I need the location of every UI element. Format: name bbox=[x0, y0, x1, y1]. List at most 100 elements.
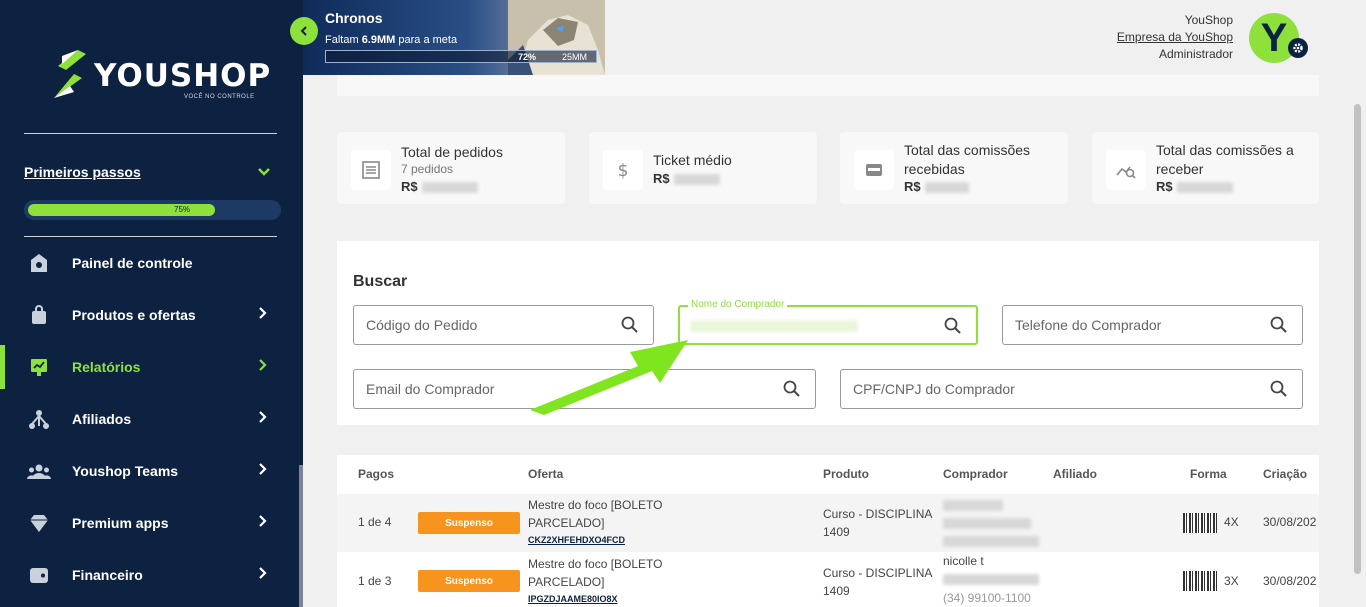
onboarding-label[interactable]: Primeiros passos bbox=[24, 164, 141, 180]
blurred-value bbox=[673, 174, 720, 186]
offer-code-link[interactable]: CKZ2XHFEHDXO4FCD bbox=[528, 535, 625, 545]
sidebar-item-afiliados[interactable]: Afiliados bbox=[0, 393, 303, 445]
table-row[interactable]: 1 de 3 Suspenso Mestre do foco [BOLETO P… bbox=[337, 552, 1319, 607]
chevron-down-icon[interactable] bbox=[257, 164, 271, 180]
barcode-icon bbox=[1183, 513, 1217, 533]
search-icon[interactable] bbox=[1270, 316, 1288, 334]
report-icon bbox=[27, 355, 51, 379]
table-row[interactable]: 1 de 4 Suspenso Mestre do foco [BOLETO P… bbox=[337, 494, 1319, 552]
blurred-value bbox=[1176, 182, 1233, 194]
banner-sub-prefix: Faltam bbox=[325, 34, 359, 46]
bag-icon bbox=[27, 303, 51, 327]
stat-value-prefix: R$ bbox=[653, 171, 670, 186]
logo-text: YOUSHOP bbox=[94, 58, 272, 94]
sidebar-item-label: Premium apps bbox=[72, 515, 169, 531]
goal-progress-bar: 72% 25MM bbox=[325, 50, 597, 63]
sidebar-item-label: Painel de controle bbox=[72, 255, 193, 271]
gear-icon[interactable] bbox=[1288, 38, 1308, 58]
wallet-card-icon bbox=[854, 150, 894, 190]
banner-sub-amount: 6.9MM bbox=[361, 34, 396, 46]
chronos-art-icon bbox=[508, 0, 605, 75]
sidebar-item-premium[interactable]: Premium apps bbox=[0, 497, 303, 549]
user-company-link[interactable]: Empresa da YouShop bbox=[1117, 29, 1233, 46]
offer-code-link[interactable]: IPGZDJAAME80IO8X bbox=[528, 594, 618, 604]
search-title: Buscar bbox=[353, 273, 408, 290]
header-product[interactable]: Produto bbox=[823, 467, 869, 481]
svg-text:$: $ bbox=[618, 161, 629, 180]
header-affiliate[interactable]: Afiliado bbox=[1053, 467, 1097, 481]
youshop-logo[interactable]: YOUSHOP VOCÊ NO CONTROLE bbox=[48, 48, 272, 104]
search-panel: Buscar Código do Pedido Nome do Comprado… bbox=[337, 241, 1319, 425]
created-cell: 30/08/202 bbox=[1263, 574, 1317, 588]
search-icon[interactable] bbox=[944, 317, 962, 335]
header-paid[interactable]: Pagos bbox=[358, 467, 394, 481]
stat-card-to-receive: Total das comissões a receber R$ bbox=[1092, 132, 1319, 204]
chevron-right-icon bbox=[258, 566, 268, 585]
header-created[interactable]: Criação bbox=[1263, 467, 1307, 481]
product-cell: Curso - DISCIPLINA 1409 bbox=[823, 566, 932, 598]
chevron-right-icon bbox=[258, 514, 268, 533]
blurred-value bbox=[924, 182, 969, 194]
onboarding-progress-bar: 75% bbox=[24, 200, 281, 220]
stat-value: R$ bbox=[401, 179, 478, 194]
offer-name: Mestre do foco [BOLETO PARCELADO] bbox=[528, 557, 663, 589]
sidebar-scrollbar[interactable] bbox=[299, 465, 303, 607]
buyer-doc-field[interactable]: CPF/CNPJ do Comprador bbox=[840, 369, 1303, 409]
buyer-phone-field[interactable]: Telefone do Comprador bbox=[1002, 305, 1303, 345]
blurred-buyer bbox=[943, 574, 1039, 585]
stat-subtitle: 7 pedidos bbox=[401, 162, 454, 176]
stat-value-prefix: R$ bbox=[401, 179, 418, 194]
blurred-value bbox=[421, 182, 478, 194]
installments-cell: 4X bbox=[1224, 515, 1239, 529]
order-code-placeholder: Código do Pedido bbox=[366, 317, 478, 333]
sidebar-item-label: Financeiro bbox=[72, 567, 143, 583]
chevron-right-icon bbox=[258, 462, 268, 481]
team-icon bbox=[27, 459, 51, 483]
sidebar-item-teams[interactable]: Youshop Teams bbox=[0, 445, 303, 497]
list-icon bbox=[351, 150, 391, 190]
collapse-sidebar-button[interactable] bbox=[290, 17, 318, 45]
user-name: YouShop bbox=[1184, 13, 1233, 27]
diamond-icon bbox=[27, 511, 51, 535]
buyer-email-placeholder: Email do Comprador bbox=[366, 381, 495, 397]
stat-title: Total das comissões a receber bbox=[1156, 142, 1294, 177]
stat-card-orders: Total de pedidos 7 pedidos R$ bbox=[337, 132, 565, 204]
barcode-icon bbox=[1183, 571, 1217, 591]
stat-card-ticket: $ Ticket médio R$ bbox=[589, 132, 817, 204]
sidebar-item-label: Produtos e ofertas bbox=[72, 307, 196, 323]
logo-mark-icon bbox=[54, 50, 86, 98]
stat-value-prefix: R$ bbox=[904, 179, 921, 194]
main-scrollbar-thumb[interactable] bbox=[1354, 104, 1361, 574]
status-badge: Suspenso bbox=[418, 570, 520, 592]
stat-value-prefix: R$ bbox=[1156, 179, 1173, 194]
chevron-right-icon bbox=[258, 358, 268, 377]
stat-value: R$ bbox=[904, 179, 969, 194]
goal-banner[interactable]: Chronos Faltam 6.9MM para a meta 72% 25M… bbox=[303, 0, 605, 75]
user-role: Administrador bbox=[1158, 47, 1233, 61]
sidebar-item-financeiro[interactable]: Financeiro bbox=[0, 549, 303, 601]
chevron-left-icon bbox=[300, 26, 307, 36]
blurred-input-value bbox=[690, 320, 858, 332]
paid-cell: 1 de 4 bbox=[358, 515, 392, 529]
banner-title: Chronos bbox=[325, 10, 383, 26]
sidebar-item-relatorios[interactable]: Relatórios bbox=[0, 341, 303, 393]
offer-name: Mestre do foco [BOLETO PARCELADO] bbox=[528, 498, 663, 530]
search-icon[interactable] bbox=[783, 380, 801, 398]
stat-title: Ticket médio bbox=[653, 152, 732, 168]
header-method[interactable]: Forma bbox=[1190, 467, 1227, 481]
created-cell: 30/08/202 bbox=[1263, 515, 1317, 529]
header-offer[interactable]: Oferta bbox=[528, 467, 563, 481]
affiliates-icon bbox=[27, 407, 51, 431]
sidebar-nav: Painel de controle Produtos e ofertas Re… bbox=[0, 237, 303, 601]
sidebar-item-painel[interactable]: Painel de controle bbox=[0, 237, 303, 289]
chart-search-icon bbox=[1106, 150, 1146, 190]
onboarding-steps[interactable]: Primeiros passos 75% bbox=[24, 164, 281, 220]
goal-progress-text: 72% bbox=[518, 52, 537, 62]
blurred-buyer bbox=[943, 518, 1031, 529]
buyer-name-label: Nome do Comprador bbox=[688, 299, 788, 310]
search-icon[interactable] bbox=[1270, 380, 1288, 398]
top-strip bbox=[337, 75, 1319, 96]
sidebar-item-produtos[interactable]: Produtos e ofertas bbox=[0, 289, 303, 341]
header-buyer[interactable]: Comprador bbox=[943, 467, 1008, 481]
buyer-name-field[interactable]: Nome do Comprador bbox=[678, 299, 978, 345]
